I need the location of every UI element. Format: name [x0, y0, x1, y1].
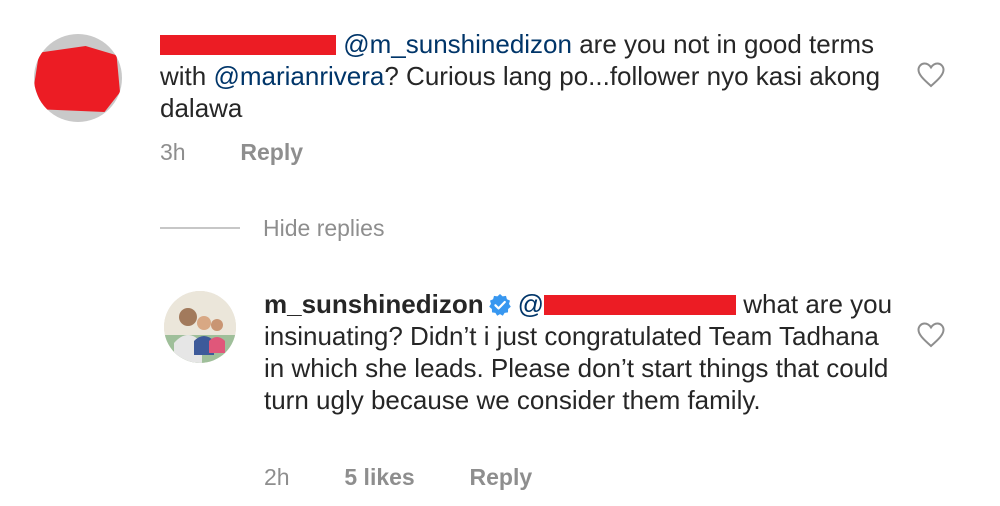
comment-meta: 3h Reply: [160, 139, 303, 166]
mention-link[interactable]: @marianrivera: [213, 61, 384, 91]
reply-button[interactable]: Reply: [240, 139, 303, 165]
comment-text: @m_sunshinedizon are you not in good ter…: [160, 28, 900, 124]
redacted-username: [160, 35, 336, 55]
redaction-mark: [34, 46, 120, 112]
comment-time: 3h: [160, 139, 186, 165]
mention-link[interactable]: @m_sunshinedizon: [343, 29, 572, 59]
hide-replies-button[interactable]: Hide replies: [263, 215, 384, 242]
redacted-username: [543, 295, 736, 315]
reply-button[interactable]: Reply: [470, 464, 533, 490]
divider-line: [160, 227, 240, 229]
username-link[interactable]: m_sunshinedizon: [264, 289, 484, 319]
heart-outline-icon[interactable]: [917, 322, 945, 348]
comment-meta: 2h 5 likes Reply: [264, 464, 532, 491]
profile-photo: [164, 291, 236, 363]
comment-text: m_sunshinedizon @ what are you insinuati…: [264, 288, 904, 416]
heart-outline-icon[interactable]: [917, 62, 945, 88]
likes-count[interactable]: 5 likes: [344, 464, 414, 490]
comment-time: 2h: [264, 464, 290, 490]
verified-badge-icon: [488, 294, 511, 316]
avatar[interactable]: [164, 291, 236, 363]
mention-link[interactable]: @: [518, 289, 736, 319]
avatar[interactable]: [34, 34, 122, 122]
